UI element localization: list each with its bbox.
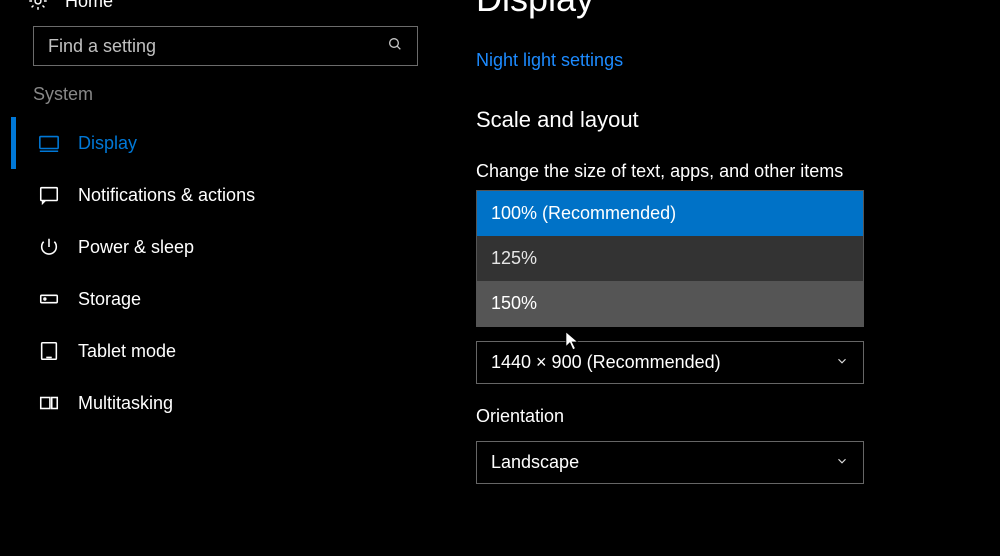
section-heading-scale: Scale and layout [476,107,996,133]
multitasking-icon [38,392,60,414]
night-light-link[interactable]: Night light settings [476,50,623,71]
page-title: Display [476,0,996,20]
chevron-down-icon [835,454,849,471]
storage-icon [38,288,60,310]
nav-home[interactable]: Home [11,0,420,20]
sidebar-item-label: Storage [78,289,141,310]
tablet-icon [38,340,60,362]
search-icon [387,36,403,57]
scale-option-150[interactable]: 150% [477,281,863,326]
display-icon [38,132,60,154]
sidebar-item-label: Multitasking [78,393,173,414]
gear-icon [27,0,49,12]
search-input[interactable]: Find a setting [33,26,418,66]
sidebar-item-label: Display [78,133,137,154]
sidebar-item-power[interactable]: Power & sleep [11,221,420,273]
sidebar-item-storage[interactable]: Storage [11,273,420,325]
scale-option-125[interactable]: 125% [477,236,863,281]
scale-dropdown-open[interactable]: 100% (Recommended) 125% 150% [476,190,864,327]
sidebar-item-tabletmode[interactable]: Tablet mode [11,325,420,377]
search-placeholder: Find a setting [48,36,156,57]
notifications-icon [38,184,60,206]
sidebar-item-label: Tablet mode [78,341,176,362]
resolution-value: 1440 × 900 (Recommended) [491,352,721,373]
sidebar: Home Find a setting System Display Notif… [0,0,420,556]
main-content: Display Night light settings Scale and l… [476,0,996,556]
home-label: Home [65,0,113,12]
power-icon [38,236,60,258]
sidebar-item-label: Power & sleep [78,237,194,258]
orientation-dropdown[interactable]: Landscape [476,441,864,484]
scale-option-100[interactable]: 100% (Recommended) [477,191,863,236]
sidebar-section-label: System [11,84,420,105]
orientation-value: Landscape [491,452,579,473]
chevron-down-icon [835,354,849,371]
resolution-dropdown[interactable]: 1440 × 900 (Recommended) [476,341,864,384]
sidebar-item-multitasking[interactable]: Multitasking [11,377,420,429]
scale-setting-label: Change the size of text, apps, and other… [476,161,996,182]
orientation-label: Orientation [476,406,996,427]
sidebar-item-notifications[interactable]: Notifications & actions [11,169,420,221]
sidebar-item-label: Notifications & actions [78,185,255,206]
sidebar-item-display[interactable]: Display [11,117,420,169]
